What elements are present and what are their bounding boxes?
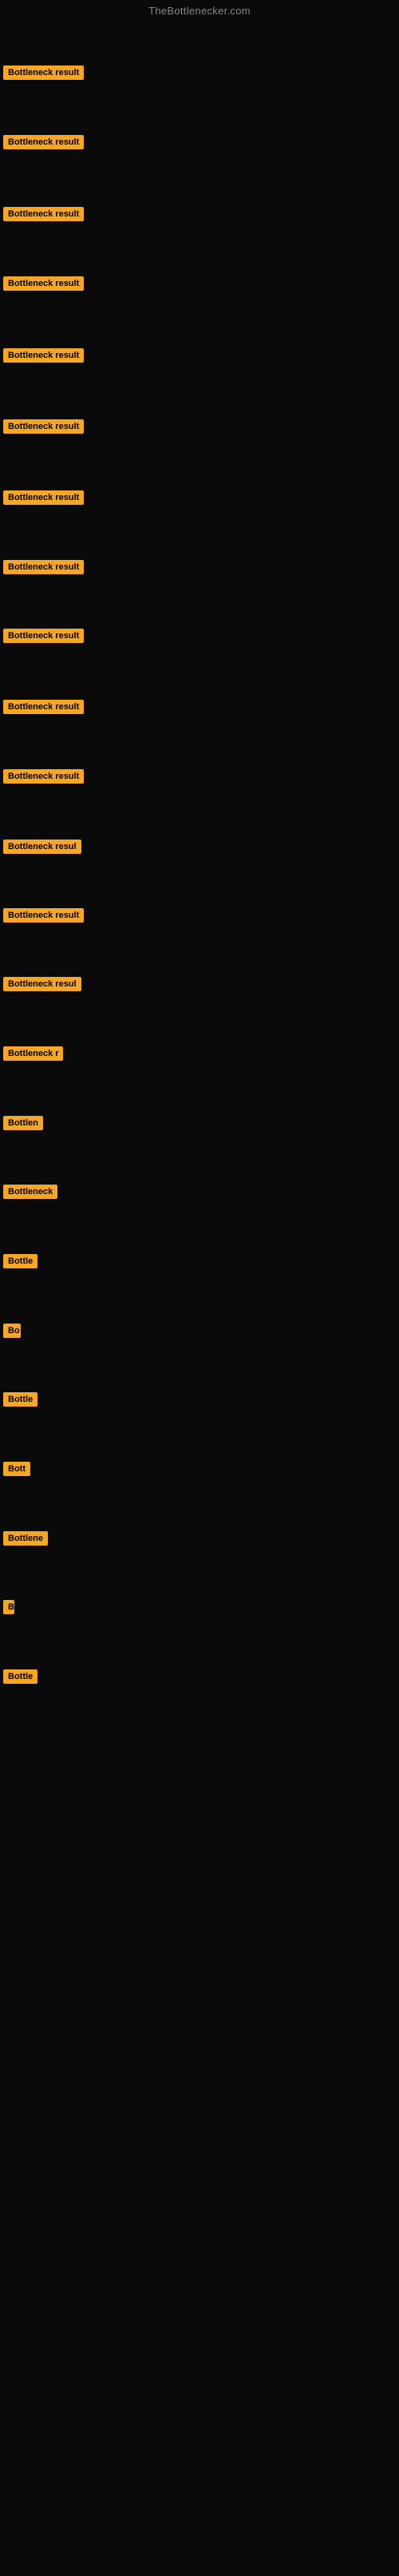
bottleneck-badge-4[interactable]: Bottleneck result (3, 276, 84, 291)
bottleneck-badge-15[interactable]: Bottleneck r (3, 1046, 63, 1061)
bottleneck-badge-18[interactable]: Bottle (3, 1254, 38, 1268)
bottleneck-badge-20[interactable]: Bottle (3, 1392, 38, 1407)
bottleneck-badge-7[interactable]: Bottleneck result (3, 490, 84, 505)
site-title-wrapper: TheBottlenecker.com (0, 0, 399, 20)
bottleneck-badge-12[interactable]: Bottleneck resul (3, 839, 81, 854)
bottleneck-badge-13[interactable]: Bottleneck result (3, 908, 84, 923)
bottleneck-badge-19[interactable]: Bo (3, 1324, 21, 1338)
bottleneck-badge-6[interactable]: Bottleneck result (3, 419, 84, 434)
site-title: TheBottlenecker.com (0, 0, 399, 20)
bottleneck-badge-16[interactable]: Bottlen (3, 1116, 43, 1130)
bottleneck-badge-2[interactable]: Bottleneck result (3, 135, 84, 149)
bottleneck-badge-9[interactable]: Bottleneck result (3, 629, 84, 643)
bottleneck-badge-3[interactable]: Bottleneck result (3, 207, 84, 221)
bottleneck-badge-21[interactable]: Bott (3, 1462, 30, 1476)
bottleneck-badge-17[interactable]: Bottleneck (3, 1185, 57, 1199)
bottleneck-badge-14[interactable]: Bottleneck resul (3, 977, 81, 991)
bottleneck-badge-24[interactable]: Bottle (3, 1669, 38, 1684)
bottleneck-badge-11[interactable]: Bottleneck result (3, 769, 84, 784)
bottleneck-badge-10[interactable]: Bottleneck result (3, 700, 84, 714)
bottleneck-badge-5[interactable]: Bottleneck result (3, 348, 84, 363)
bottleneck-badge-8[interactable]: Bottleneck result (3, 560, 84, 574)
bottleneck-badge-22[interactable]: Bottlene (3, 1531, 48, 1546)
badges-container: Bottleneck result Bottleneck result Bottle… (0, 20, 399, 2576)
bottleneck-badge-1[interactable]: Bottleneck result (3, 65, 84, 80)
bottleneck-badge-23[interactable]: B (3, 1600, 14, 1614)
